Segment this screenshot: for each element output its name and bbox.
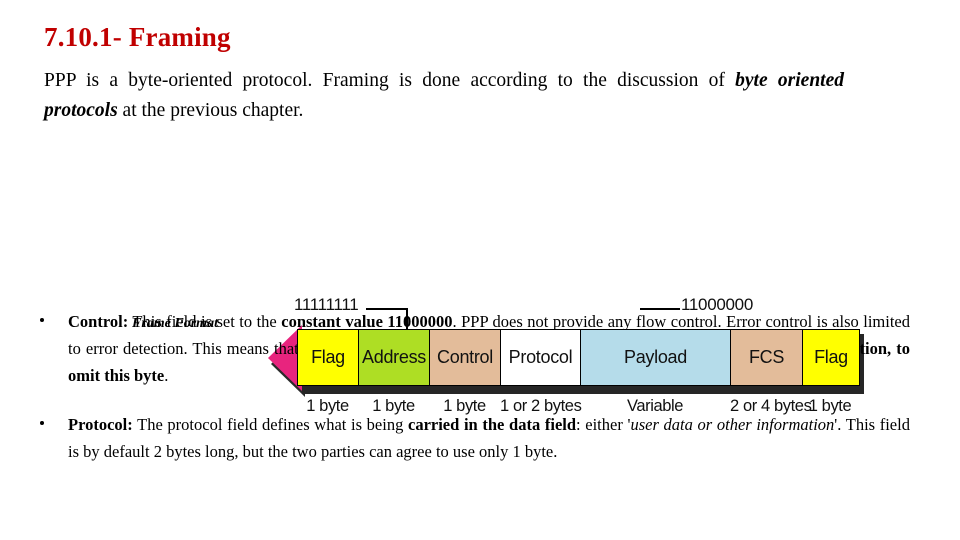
frame-field-flag-0: Flag: [298, 330, 359, 385]
bullet-control-seg3: .: [164, 366, 169, 385]
bullet-protocol-seg2: : either ': [576, 415, 631, 434]
frame-field-label: Payload: [624, 347, 687, 367]
bullet-protocol-bold1: carried in the data field: [408, 415, 577, 434]
frame-field-address-1: Address: [359, 330, 430, 385]
intro-paragraph: PPP is a byte-oriented protocol. Framing…: [44, 66, 844, 126]
page-title: 7.10.1- Framing: [44, 22, 231, 52]
frame-field-fcs-5: FCS: [731, 330, 803, 385]
slide-canvas: 7.10.1- Framing PPP is a byte-oriented p…: [0, 0, 960, 540]
bullet-protocol-italic1: user data or other information: [630, 415, 835, 434]
frame-field-flag-6: Flag: [803, 330, 859, 385]
bullet-dot-icon: [40, 318, 44, 322]
frame-bar: Flag Address Control Protocol Payload FCS Flag: [297, 329, 860, 386]
frame-field-payload-4: Payload: [581, 330, 731, 385]
frame-format-figure: Frame Format 11111111 11000000 Flag Addre…: [0, 145, 960, 415]
intro-text-part2: at the previous chapter.: [117, 100, 304, 121]
bullet-dot-icon: [40, 421, 44, 425]
frame-field-label: Address: [362, 347, 426, 367]
frame-field-label: Control: [437, 347, 493, 367]
list-item: Protocol: The protocol field defines wha…: [0, 411, 960, 465]
frame-field-label: Flag: [311, 347, 345, 367]
frame-field-label: Protocol: [508, 347, 573, 367]
frame-field-label: FCS: [748, 347, 785, 367]
bullet-body-protocol: Protocol: The protocol field defines wha…: [68, 411, 910, 465]
bullet-term-control: Control:: [68, 312, 129, 331]
frame-field-label: Flag: [814, 347, 848, 367]
bullet-control-seg1: This field is set to the: [128, 312, 282, 331]
bullet-protocol-seg1: The protocol field defines what is being: [132, 415, 408, 434]
bullet-term-protocol: Protocol:: [68, 415, 133, 434]
intro-text-part1: PPP is a byte-oriented protocol. Framing…: [44, 70, 736, 91]
frame-field-control-2: Control: [430, 330, 501, 385]
frame-field-protocol-3: Protocol: [501, 330, 581, 385]
